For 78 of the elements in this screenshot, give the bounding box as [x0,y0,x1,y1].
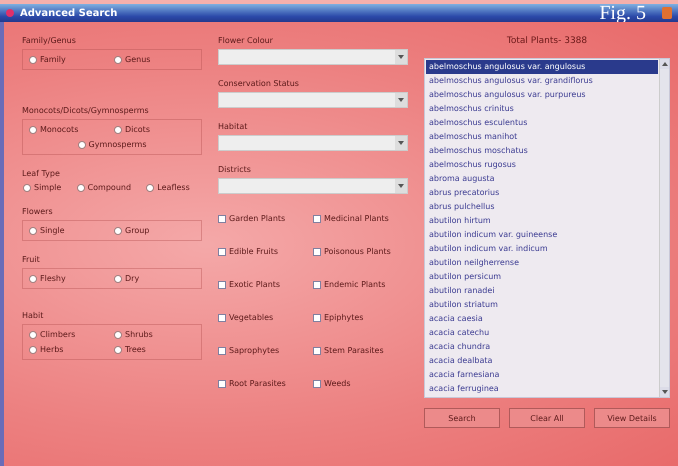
group-label: Leaf Type [22,169,61,178]
checkbox-option[interactable]: Exotic Plants [218,280,313,289]
dropdown[interactable] [218,178,408,194]
checkbox-option[interactable]: Stem Parasites [313,346,408,355]
list-item[interactable]: abutilon indicum var. guineense [426,228,658,242]
list-item[interactable]: abelmoschus crinitus [426,102,658,116]
list-item[interactable]: abutilon persicum [426,270,658,284]
dropdown[interactable] [218,92,408,108]
list-item[interactable]: acacia dealbata [426,354,658,368]
list-item[interactable]: abutilon hirtum [426,214,658,228]
checkbox-option[interactable]: Edible Fruits [218,247,313,256]
group-label: Fruit [22,255,41,264]
list-item[interactable]: acacia ferruginea [426,382,658,396]
figure-label: Fig. 5 [599,2,646,24]
scroll-down-icon[interactable] [660,387,669,397]
list-item[interactable]: abelmoschus angulosus var. purpureus [426,88,658,102]
scroll-up-icon[interactable] [660,59,669,69]
radio-option[interactable]: Dry [114,274,195,283]
dropdown-label: Conservation Status [218,79,300,88]
close-button[interactable] [662,7,672,19]
radio-option[interactable]: Genus [114,55,195,64]
list-item[interactable]: abelmoschus angulosus var. angulosus [426,60,658,74]
list-item[interactable]: abelmoschus esculentus [426,116,658,130]
radio-option[interactable]: Fleshy [29,274,110,283]
dropdown-label: Habitat [218,122,248,131]
radio-option[interactable]: Herbs [29,345,110,354]
app-icon [6,9,14,17]
list-item[interactable]: acacia chundra [426,340,658,354]
action-button[interactable]: Search [424,408,500,428]
radio-option[interactable]: Climbers [29,330,110,339]
radio-option[interactable]: Monocots [29,125,110,134]
checkbox-option[interactable]: Endemic Plants [313,280,408,289]
group-label: Habit [22,311,44,320]
dropdown[interactable] [218,49,408,65]
radio-option[interactable]: Trees [114,345,195,354]
radio-option[interactable]: Group [114,226,195,235]
plant-list[interactable] [424,58,670,398]
radio-option[interactable]: Single [29,226,110,235]
checkbox-option[interactable]: Garden Plants [218,214,313,223]
list-item[interactable]: abrus precatorius [426,186,658,200]
radio-option[interactable]: Gymnosperms [78,140,146,149]
list-item[interactable]: abutilon ranadei [426,284,658,298]
checkbox-option[interactable]: Weeds [313,379,408,388]
list-item[interactable]: abelmoschus moschatus [426,144,658,158]
list-item[interactable]: acacia farnesiana [426,368,658,382]
dropdown[interactable] [218,135,408,151]
window-title: Advanced Search [20,8,118,18]
list-item[interactable]: acacia caesia [426,312,658,326]
list-item[interactable]: abelmoschus manihot [426,130,658,144]
list-item[interactable]: abutilon indicum var. indicum [426,242,658,256]
list-item[interactable]: abelmoschus rugosus [426,158,658,172]
radio-option[interactable]: Family [29,55,110,64]
action-button[interactable]: Clear All [509,408,585,428]
list-item[interactable]: abutilon striatum [426,298,658,312]
checkbox-option[interactable]: Vegetables [218,313,313,322]
checkbox-option[interactable]: Saprophytes [218,346,313,355]
radio-option[interactable]: Simple [23,183,73,192]
group-label: Flowers [22,207,54,216]
list-item[interactable]: abutilon neilgherrense [426,256,658,270]
list-item[interactable]: abelmoschus angulosus var. grandiflorus [426,74,658,88]
list-item[interactable]: abrus pulchellus [426,200,658,214]
dropdown-label: Districts [218,165,252,174]
radio-option[interactable]: Leafless [146,183,201,192]
checkbox-option[interactable]: Poisonous Plants [313,247,408,256]
list-item[interactable]: acacia catechu [426,326,658,340]
checkbox-option[interactable]: Root Parasites [218,379,313,388]
group-label: Family/Genus [22,36,77,45]
dropdown-label: Flower Colour [218,36,274,45]
group-label: Monocots/Dicots/Gymnosperms [22,106,150,115]
radio-option[interactable]: Dicots [114,125,195,134]
radio-option[interactable]: Shrubs [114,330,195,339]
scrollbar[interactable] [659,59,669,397]
total-plants: Total Plants- 3388 [506,36,588,46]
radio-option[interactable]: Compound [76,183,142,192]
list-item[interactable]: abroma augusta [426,172,658,186]
action-button[interactable]: View Details [594,408,670,428]
checkbox-option[interactable]: Epiphytes [313,313,408,322]
checkbox-option[interactable]: Medicinal Plants [313,214,408,223]
